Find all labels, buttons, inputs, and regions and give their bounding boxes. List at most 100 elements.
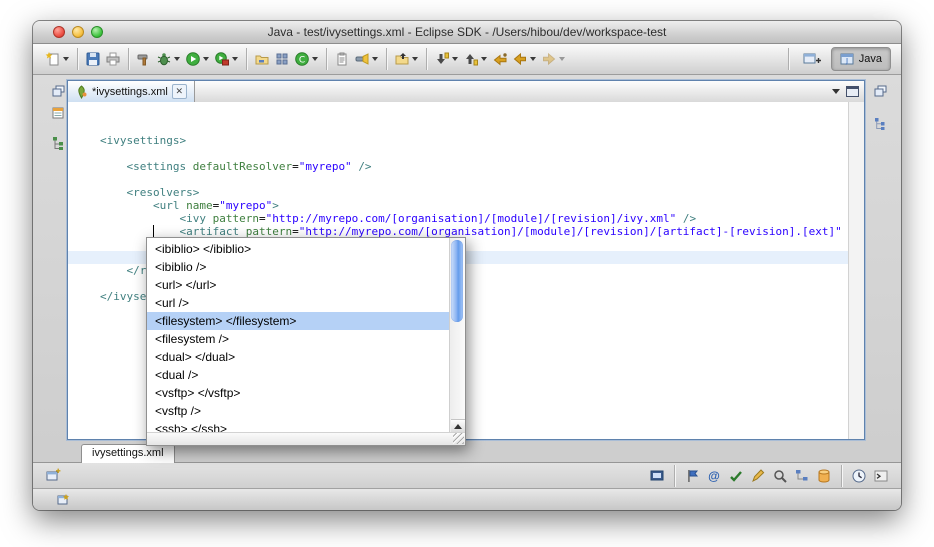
titlebar[interactable]: Java - test/ivysettings.xml - Eclipse SD… <box>33 21 901 44</box>
open-resource-button[interactable] <box>392 47 421 71</box>
external-tools-dropdown[interactable] <box>232 57 238 61</box>
fast-view-indicator[interactable] <box>53 491 73 509</box>
code-line[interactable] <box>100 147 848 160</box>
type-hierarchy-shortcut[interactable] <box>49 135 67 151</box>
declaration-view-button[interactable] <box>748 467 768 485</box>
bug-icon <box>156 51 172 67</box>
code-token: > <box>272 199 279 212</box>
history-icon <box>851 468 867 484</box>
data-source-view-button[interactable] <box>814 467 834 485</box>
terminal-view-button[interactable] <box>871 467 891 485</box>
print-button[interactable] <box>103 47 123 71</box>
autocomplete-item[interactable]: <dual> </dual> <box>147 348 465 366</box>
popup-resize-bar[interactable] <box>147 432 465 445</box>
bottom-editor-tab[interactable]: ivysettings.xml <box>81 444 175 463</box>
maximize-editor-icon[interactable] <box>846 86 859 97</box>
code-token: <ivysettings> <box>100 134 186 147</box>
code-line[interactable]: <url name="myrepo"> <box>100 199 848 212</box>
popup-scrollbar[interactable] <box>449 238 465 445</box>
history-view-button[interactable] <box>849 467 869 485</box>
next-annotation-dropdown[interactable] <box>452 57 458 61</box>
code-line[interactable]: <settings defaultResolver="myrepo" /> <box>100 160 848 173</box>
java-perspective-icon: J <box>840 52 855 66</box>
view-menu-icon[interactable] <box>831 89 841 95</box>
search-dropdown[interactable] <box>372 57 378 61</box>
bookmark-icon <box>684 468 700 484</box>
previous-annotation-icon <box>463 51 479 67</box>
autocomplete-item[interactable]: <filesystem> </filesystem> <box>147 312 465 330</box>
editor-tab-ivysettings[interactable]: *ivysettings.xml ✕ <box>68 81 195 102</box>
new-package-button[interactable] <box>272 47 292 71</box>
code-line[interactable] <box>100 173 848 186</box>
autocomplete-item[interactable]: <vsftp /> <box>147 402 465 420</box>
back-button[interactable] <box>510 47 539 71</box>
fast-view-button[interactable] <box>43 467 63 485</box>
autocomplete-item[interactable]: <vsftp> </vsftp> <box>147 384 465 402</box>
minimize-window-button[interactable] <box>72 26 84 38</box>
call-hierarchy-view-button[interactable] <box>792 467 812 485</box>
run-button[interactable] <box>183 47 212 71</box>
run-dropdown[interactable] <box>203 57 209 61</box>
console-view-button[interactable] <box>647 467 667 485</box>
code-token <box>100 212 179 225</box>
toolbar-separator <box>246 48 247 70</box>
package-explorer-shortcut[interactable] <box>49 105 67 121</box>
bottombar-separator <box>674 465 675 487</box>
java-perspective-button[interactable]: J Java <box>831 47 891 71</box>
new-wizard-button[interactable] <box>43 47 72 71</box>
resize-grip-icon[interactable] <box>453 433 464 444</box>
open-perspective-button[interactable] <box>800 48 825 70</box>
code-token <box>100 199 153 212</box>
code-line[interactable]: <ivysettings> <box>100 134 848 147</box>
search-view-button[interactable] <box>770 467 790 485</box>
close-window-button[interactable] <box>53 26 65 38</box>
back-dropdown[interactable] <box>530 57 536 61</box>
next-annotation-button[interactable] <box>432 47 461 71</box>
search-button[interactable] <box>352 47 381 71</box>
previous-annotation-button[interactable] <box>461 47 490 71</box>
build-all-button[interactable] <box>134 47 154 71</box>
autocomplete-item[interactable]: <ibiblio> </ibiblio> <box>147 240 465 258</box>
open-task-button[interactable] <box>332 47 352 71</box>
debug-button[interactable] <box>154 47 183 71</box>
autocomplete-item[interactable]: <url /> <box>147 294 465 312</box>
popup-scrollbar-thumb[interactable] <box>451 240 463 322</box>
scroll-up-arrow[interactable] <box>451 419 465 432</box>
zoom-window-button[interactable] <box>91 26 103 38</box>
editor-vertical-scrollbar[interactable] <box>848 102 864 439</box>
code-line[interactable]: <resolvers> <box>100 186 848 199</box>
restore-views-button-right[interactable] <box>871 83 889 99</box>
javadoc-view-button[interactable]: @ <box>704 467 724 485</box>
tasks-view-button[interactable] <box>726 467 746 485</box>
forward-button[interactable] <box>539 47 568 71</box>
new-class-dropdown[interactable] <box>312 57 318 61</box>
code-token: <url <box>153 199 180 212</box>
close-tab-icon[interactable]: ✕ <box>172 84 187 99</box>
new-java-project-button[interactable] <box>252 47 272 71</box>
restore-views-button-left[interactable] <box>49 83 67 99</box>
new-class-button[interactable]: C <box>292 47 321 71</box>
code-token: defaultResolver <box>193 160 292 173</box>
code-token: <settings <box>127 160 187 173</box>
main-toolbar: C <box>33 44 901 75</box>
outline-shortcut[interactable] <box>871 115 889 131</box>
call-hierarchy-icon <box>794 468 810 484</box>
open-resource-dropdown[interactable] <box>412 57 418 61</box>
external-tools-button[interactable] <box>212 47 241 71</box>
editor-area: *ivysettings.xml ✕ <ivysettings> <settin… <box>67 80 865 440</box>
last-edit-location-button[interactable] <box>490 47 510 71</box>
code-line[interactable]: <ivy pattern="http://myrepo.com/[organis… <box>100 212 848 225</box>
bookmarks-view-button[interactable] <box>682 467 702 485</box>
code-token: /> <box>358 160 371 173</box>
autocomplete-item[interactable]: <url> </url> <box>147 276 465 294</box>
autocomplete-item[interactable]: <ssh> </ssh> <box>147 420 465 432</box>
previous-annotation-dropdown[interactable] <box>481 57 487 61</box>
back-icon <box>512 51 528 67</box>
new-wizard-dropdown[interactable] <box>63 57 69 61</box>
autocomplete-item[interactable]: <filesystem /> <box>147 330 465 348</box>
autocomplete-item[interactable]: <dual /> <box>147 366 465 384</box>
save-button[interactable] <box>83 47 103 71</box>
autocomplete-item[interactable]: <ibiblio /> <box>147 258 465 276</box>
forward-dropdown[interactable] <box>559 57 565 61</box>
debug-dropdown[interactable] <box>174 57 180 61</box>
